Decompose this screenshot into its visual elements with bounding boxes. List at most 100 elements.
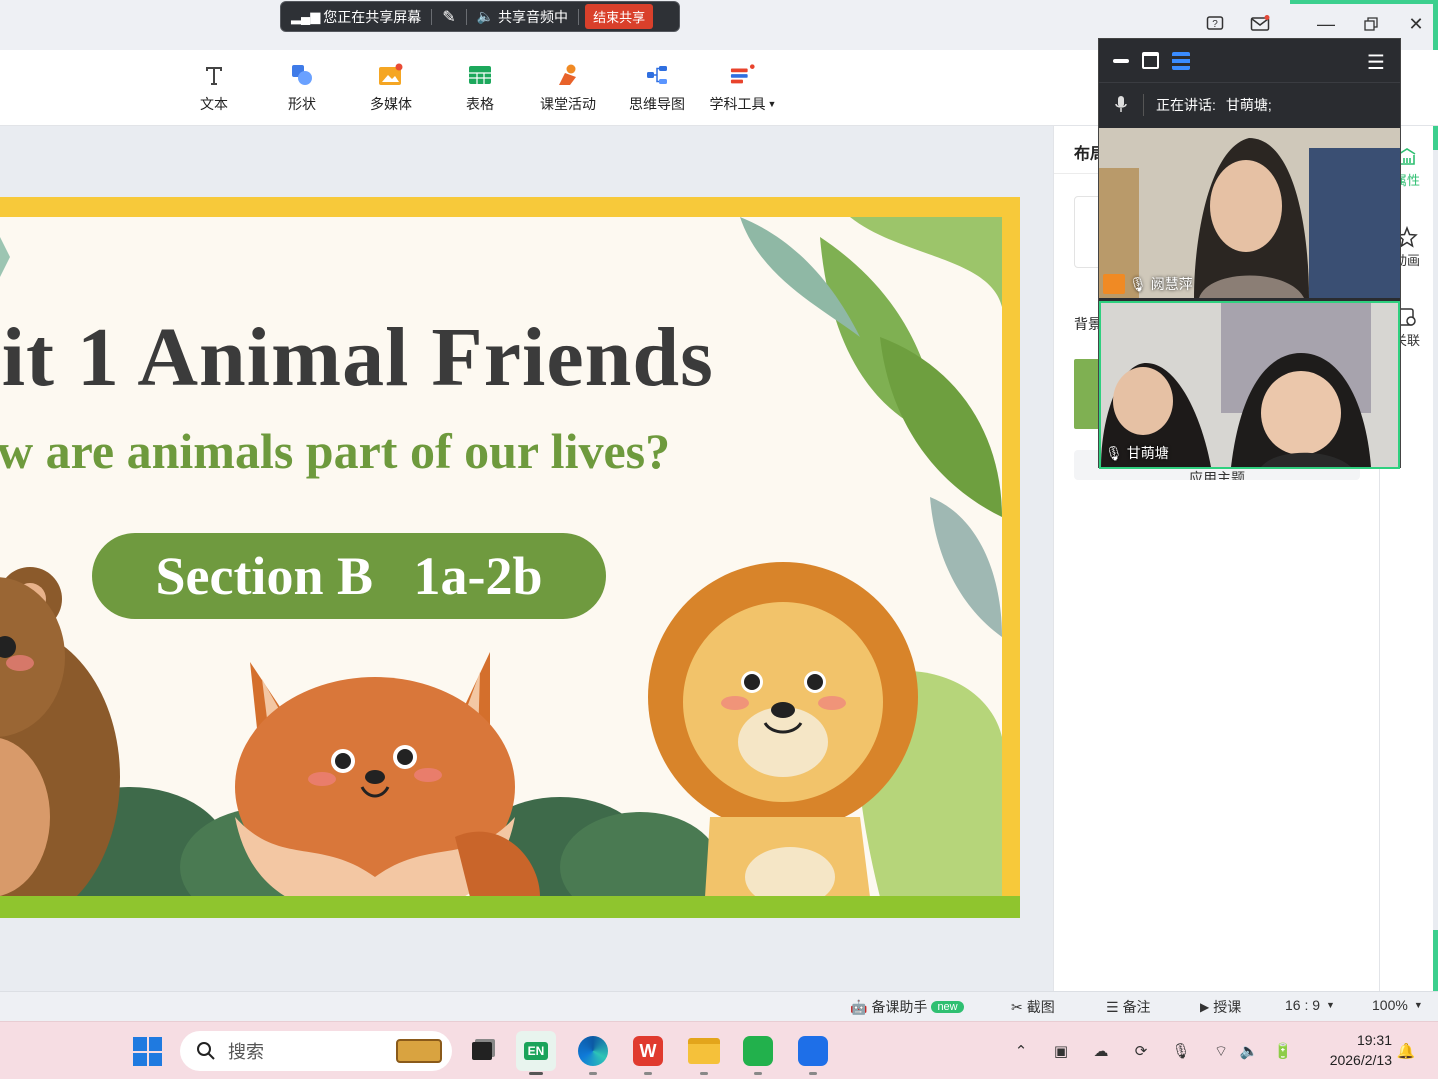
speaker-icon: 🔈 xyxy=(476,8,495,24)
window-accent xyxy=(1290,0,1438,4)
slide-subtitle[interactable]: ow are animals part of our lives? xyxy=(0,422,670,480)
speaking-indicator: 正在讲话: 甘萌塘; xyxy=(1099,83,1400,127)
participant-label-2: 🎙 甘萌塘 xyxy=(1105,443,1169,463)
speaking-divider xyxy=(1143,94,1144,116)
microphone-tray-icon[interactable]: 🎙 xyxy=(1170,1040,1192,1062)
subject-tools-button[interactable]: 学科工具 ▼ xyxy=(703,62,783,114)
notes-button[interactable]: ☰ 备注 xyxy=(1106,997,1151,1017)
notes-icon: ☰ xyxy=(1106,998,1119,1015)
media-icon xyxy=(378,62,404,88)
microphone-icon xyxy=(1115,96,1127,112)
annotate-button[interactable]: ✎ xyxy=(432,2,465,31)
host-badge-icon xyxy=(1103,274,1125,294)
minimize-video-icon[interactable] xyxy=(1113,59,1129,63)
video-panel-toolbar: ☰ xyxy=(1099,39,1400,83)
text-tool-label: 文本 xyxy=(200,96,228,112)
ratio-label: 16 : 9 xyxy=(1285,997,1321,1013)
class-activity-label: 课堂活动 xyxy=(540,96,596,112)
mail-icon[interactable] xyxy=(1246,10,1274,38)
class-activity-button[interactable]: 课堂活动 xyxy=(528,62,608,114)
taskbar-search[interactable]: 搜索 xyxy=(180,1031,452,1071)
zoom-label: 100% xyxy=(1372,997,1408,1013)
battery-icon[interactable]: 🔋 xyxy=(1272,1040,1294,1062)
robot-icon: 🤖 xyxy=(850,998,868,1015)
collapse-panel-icon[interactable]: ☰ xyxy=(1367,50,1385,75)
text-tool-button[interactable]: 文本 xyxy=(174,62,254,114)
edge-icon[interactable] xyxy=(573,1031,613,1075)
tray-app-icon[interactable]: ▣ xyxy=(1050,1040,1072,1062)
table-icon xyxy=(467,62,493,88)
teach-label: 授课 xyxy=(1213,999,1242,1015)
taskbar-clock[interactable]: 19:31 2026/2/13 xyxy=(1308,1030,1392,1070)
en-app-icon[interactable]: EN xyxy=(516,1031,556,1075)
new-badge: new xyxy=(931,1001,964,1013)
speaking-label: 正在讲话: xyxy=(1156,97,1216,113)
shape-tool-button[interactable]: 形状 xyxy=(262,62,342,114)
play-icon: ▶ xyxy=(1200,1000,1210,1014)
wifi-icon[interactable]: ⌔ xyxy=(1210,1040,1232,1062)
mindmap-tool-button[interactable]: 思维导图 xyxy=(617,62,697,114)
cloud-icon[interactable]: ☁ xyxy=(1090,1040,1112,1062)
gallery-view-icon[interactable] xyxy=(1172,52,1190,70)
radio-widget-icon xyxy=(396,1039,442,1063)
close-icon[interactable]: ✕ xyxy=(1402,10,1430,38)
screenshot-label: 截图 xyxy=(1026,999,1055,1015)
mic-icon: 🎙 xyxy=(1105,444,1123,461)
annotate-icon: ✎ xyxy=(442,8,456,26)
slide-title[interactable]: nit 1 Animal Friends xyxy=(0,309,714,406)
zoom-select[interactable]: 100% ▼ xyxy=(1372,997,1423,1013)
wechat-icon[interactable] xyxy=(738,1031,778,1075)
minimize-icon[interactable]: — xyxy=(1312,10,1340,38)
teach-button[interactable]: ▶ 授课 xyxy=(1200,997,1241,1017)
chevron-up-icon[interactable]: ⌃ xyxy=(1010,1040,1032,1062)
media-tool-button[interactable]: 多媒体 xyxy=(351,62,431,114)
section-label[interactable]: Section B 1a-2b xyxy=(92,533,606,619)
aspect-ratio-select[interactable]: 16 : 9 ▼ xyxy=(1285,997,1335,1013)
sync-icon[interactable]: ⟳ xyxy=(1130,1040,1152,1062)
audio-label: 共享音频中 xyxy=(498,8,569,25)
scissors-icon: ✂ xyxy=(1011,998,1023,1015)
restore-icon[interactable] xyxy=(1357,10,1385,38)
volume-icon[interactable]: 🔈 xyxy=(1238,1040,1260,1062)
file-explorer-icon[interactable] xyxy=(684,1031,724,1075)
start-icon[interactable] xyxy=(133,1037,162,1066)
sharing-status: ▂▄▆ 您正在共享屏幕 xyxy=(281,2,431,31)
slide-canvas[interactable]: nit 1 Animal Friends ow are animals part… xyxy=(0,126,1053,991)
class-activity-icon xyxy=(555,62,581,88)
media-tool-label: 多媒体 xyxy=(370,96,412,112)
screen-share-bar: ▂▄▆ 您正在共享屏幕 ✎ 🔈 共享音频中 结束共享 xyxy=(280,1,680,32)
subject-tools-label: 学科工具 xyxy=(709,96,766,112)
meeting-app-icon[interactable] xyxy=(793,1031,833,1075)
text-icon xyxy=(201,62,227,88)
subject-tools-icon xyxy=(730,62,756,88)
audio-share-button[interactable]: 🔈 共享音频中 xyxy=(467,2,578,31)
help-icon[interactable]: ? xyxy=(1201,10,1229,38)
screenshot-button[interactable]: ✂ 截图 xyxy=(1011,997,1055,1017)
task-view-icon[interactable] xyxy=(462,1031,502,1071)
sharing-label: 您正在共享屏幕 xyxy=(323,8,422,25)
video-panel: ☰ 正在讲话: 甘萌塘; 🎙 阙慧萍 🎙 甘萌塘 xyxy=(1098,38,1401,469)
svg-text:?: ? xyxy=(1212,19,1218,30)
caret-down-icon: ▼ xyxy=(1413,1000,1423,1010)
window-mode-icon[interactable] xyxy=(1142,52,1159,69)
notification-icon[interactable]: 🔔 xyxy=(1395,1040,1417,1062)
clock-time: 19:31 xyxy=(1356,1032,1392,1048)
participant-video-image xyxy=(1099,128,1400,298)
notes-label: 备注 xyxy=(1122,999,1151,1015)
wps-icon[interactable]: W xyxy=(628,1031,668,1075)
lesson-assistant-button[interactable]: 🤖 备课助手 new xyxy=(850,997,964,1017)
apply-theme-label: 应用主题 xyxy=(1189,470,1245,480)
table-tool-label: 表格 xyxy=(466,96,494,112)
windows-taskbar: 搜索 EN W ⌃ ▣ ☁ ⟳ 🎙 ⌔ 🔈 🔋 19:31 2026/2/13 … xyxy=(0,1021,1438,1079)
editor-statusbar: 🤖 备课助手 new ✂ 截图 ☰ 备注 ▶ 授课 16 : 9 ▼ 100% … xyxy=(0,991,1438,1021)
en-label: EN xyxy=(523,1042,549,1060)
slide[interactable]: nit 1 Animal Friends ow are animals part… xyxy=(0,197,1020,918)
table-tool-button[interactable]: 表格 xyxy=(440,62,520,114)
participant-name-1: 阙慧萍 xyxy=(1150,276,1193,292)
participant-name-2: 甘萌塘 xyxy=(1126,445,1169,461)
participant-video-2[interactable]: 🎙 甘萌塘 xyxy=(1099,301,1400,469)
participant-video-1[interactable]: 🎙 阙慧萍 xyxy=(1099,128,1400,298)
mindmap-tool-label: 思维导图 xyxy=(629,96,685,112)
assistant-label: 备课助手 xyxy=(871,999,928,1015)
end-share-button[interactable]: 结束共享 xyxy=(585,4,654,29)
